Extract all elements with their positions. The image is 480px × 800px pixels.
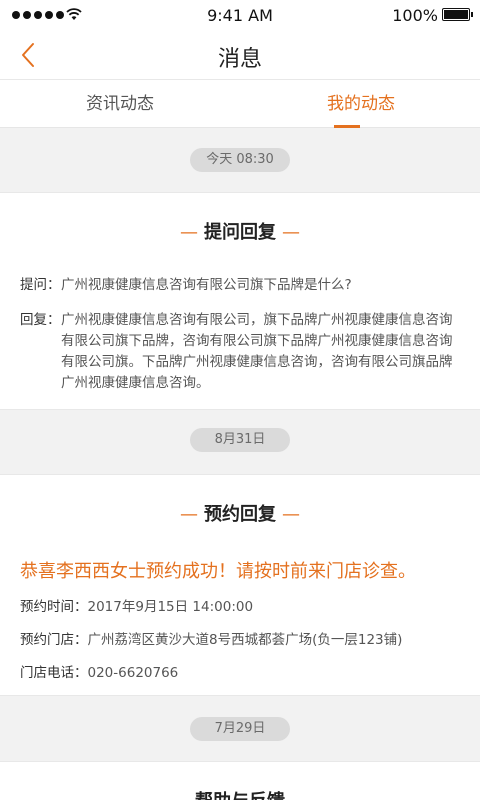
appointment-store-row: 预约门店：广州荔湾区黄沙大道8号西城都荟广场(负一层123铺) <box>20 628 465 648</box>
store-phone-row: 门店电话：020-6620766 <box>20 661 465 681</box>
date-badge: 8月31日 <box>190 428 290 452</box>
battery-icon <box>442 8 473 21</box>
tab-my-activity[interactable]: 我的动态 <box>240 80 480 128</box>
card-title: —帮助与反馈— <box>0 787 480 800</box>
question-reply-card[interactable]: — 提问回复 — 提问： 广州视康健康信息咨询有限公司旗下品牌是什么? 回复： 广州… <box>0 192 480 410</box>
reply-label: 回复： <box>20 312 61 328</box>
store-phone-value[interactable]: 020-6620766 <box>88 665 179 681</box>
page-title: 消息 <box>217 47 262 72</box>
question-row: 提问： 广州视康健康信息咨询有限公司旗下品牌是什么? <box>20 275 460 296</box>
appointment-store-value: 广州荔湾区黄沙大道8号西城都荟广场(负一层123铺) <box>87 632 403 648</box>
navigation-bar: 消息 <box>0 30 480 80</box>
date-badge: 今天 08:30 <box>190 148 290 172</box>
tab-news[interactable]: 资讯动态 <box>0 80 240 128</box>
appointment-store-label: 预约门店： <box>20 632 88 648</box>
appointment-time-row: 预约时间：2017年9月15日 14:00:00 <box>20 595 465 615</box>
status-bar: 9:41 AM 100% <box>0 0 480 30</box>
appointment-time-value: 2017年9月15日 14:00:00 <box>87 599 254 615</box>
reply-text: 广州视康健康信息咨询有限公司，旗下品牌广州视康健康信息咨询有限公司旗下品牌，咨询… <box>61 312 453 391</box>
appointment-time-label: 预约时间： <box>20 599 88 615</box>
question-text: 广州视康健康信息咨询有限公司旗下品牌是什么? <box>61 277 352 293</box>
reply-row: 回复： 广州视康健康信息咨询有限公司，旗下品牌广州视康健康信息咨询有限公司旗下品… <box>20 310 460 394</box>
date-badge: 7月29日 <box>190 717 290 741</box>
question-label: 提问： <box>20 277 61 293</box>
appointment-reply-card[interactable]: — 预约回复 — 恭喜李西西女士预约成功！请按时前来门店诊查。 预约时间：2017年… <box>0 474 480 696</box>
appointment-success-message: 恭喜李西西女士预约成功！请按时前来门店诊查。 <box>20 561 416 582</box>
active-tab-indicator <box>334 125 360 128</box>
tab-bar: 资讯动态 我的动态 <box>0 80 480 128</box>
help-feedback-card[interactable]: —帮助与反馈— <box>0 761 480 800</box>
card-title: — 提问回复 — <box>180 222 300 243</box>
store-phone-label: 门店电话： <box>20 665 88 681</box>
card-title: — 预约回复 — <box>180 504 300 525</box>
battery-percentage: 100% <box>392 6 438 25</box>
